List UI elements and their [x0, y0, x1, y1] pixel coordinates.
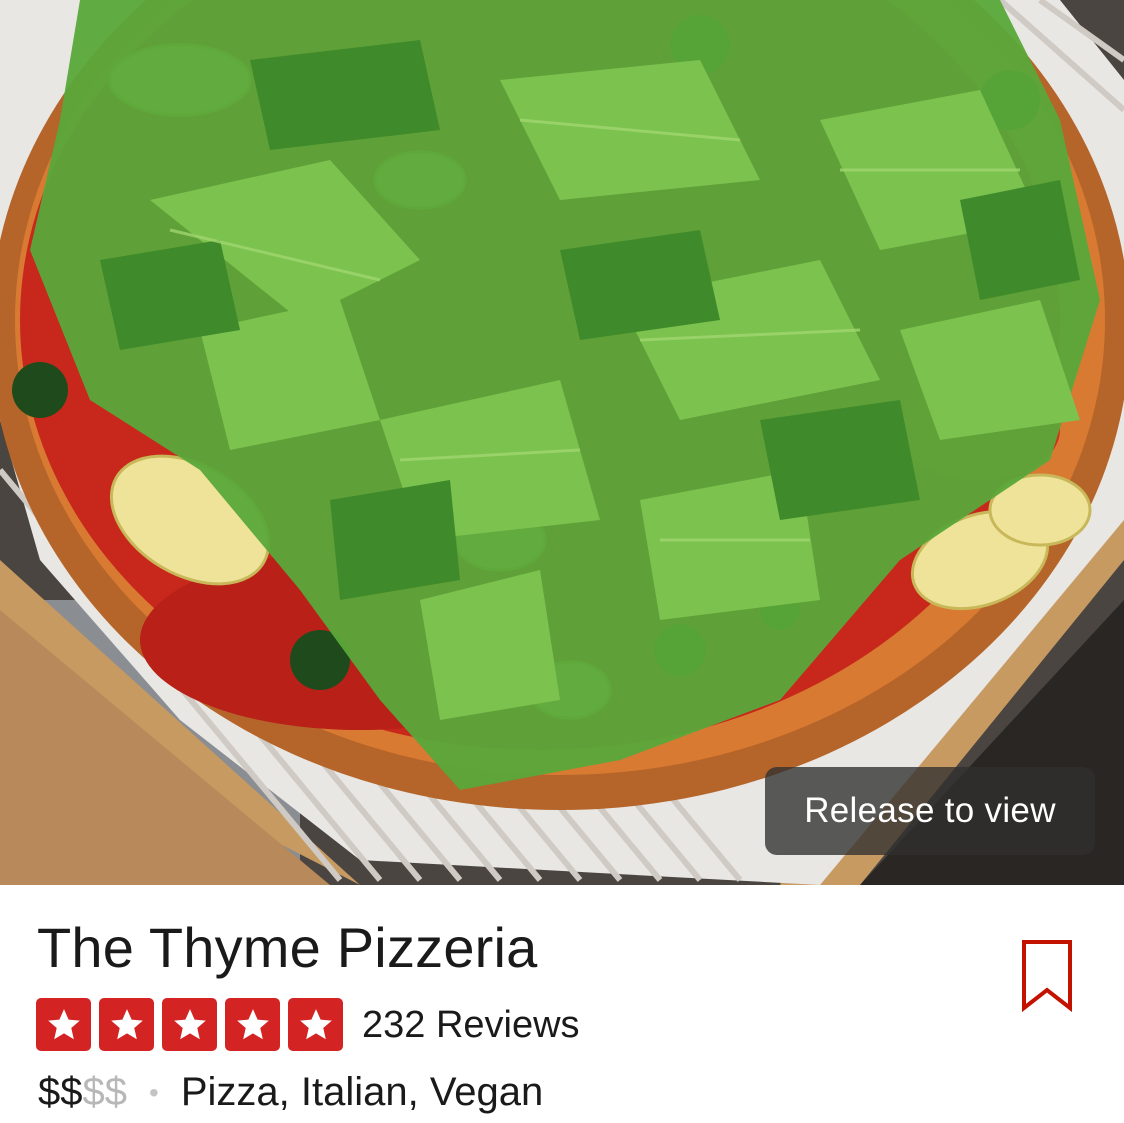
release-to-view-label: Release to view [765, 767, 1095, 855]
star-icon [225, 998, 280, 1051]
pizza-photo [0, 0, 1124, 885]
photo-preview[interactable]: Release to view [0, 0, 1124, 885]
business-meta: $$ $$ • Pizza, Italian, Vegan [38, 1070, 543, 1115]
price-level-inactive: $$ [82, 1070, 128, 1114]
star-icon [162, 998, 217, 1051]
category-list[interactable]: Pizza, Italian, Vegan [181, 1070, 543, 1115]
business-name[interactable]: The Thyme Pizzeria [37, 915, 538, 980]
price-level-active: $$ [38, 1070, 83, 1114]
star-icon [99, 998, 154, 1051]
star-icon [36, 998, 91, 1051]
bookmark-icon[interactable] [1020, 938, 1074, 1012]
separator-dot: • [149, 1076, 159, 1108]
review-count[interactable]: 232 Reviews [362, 1004, 580, 1047]
star-rating [36, 998, 343, 1051]
star-icon [288, 998, 343, 1051]
